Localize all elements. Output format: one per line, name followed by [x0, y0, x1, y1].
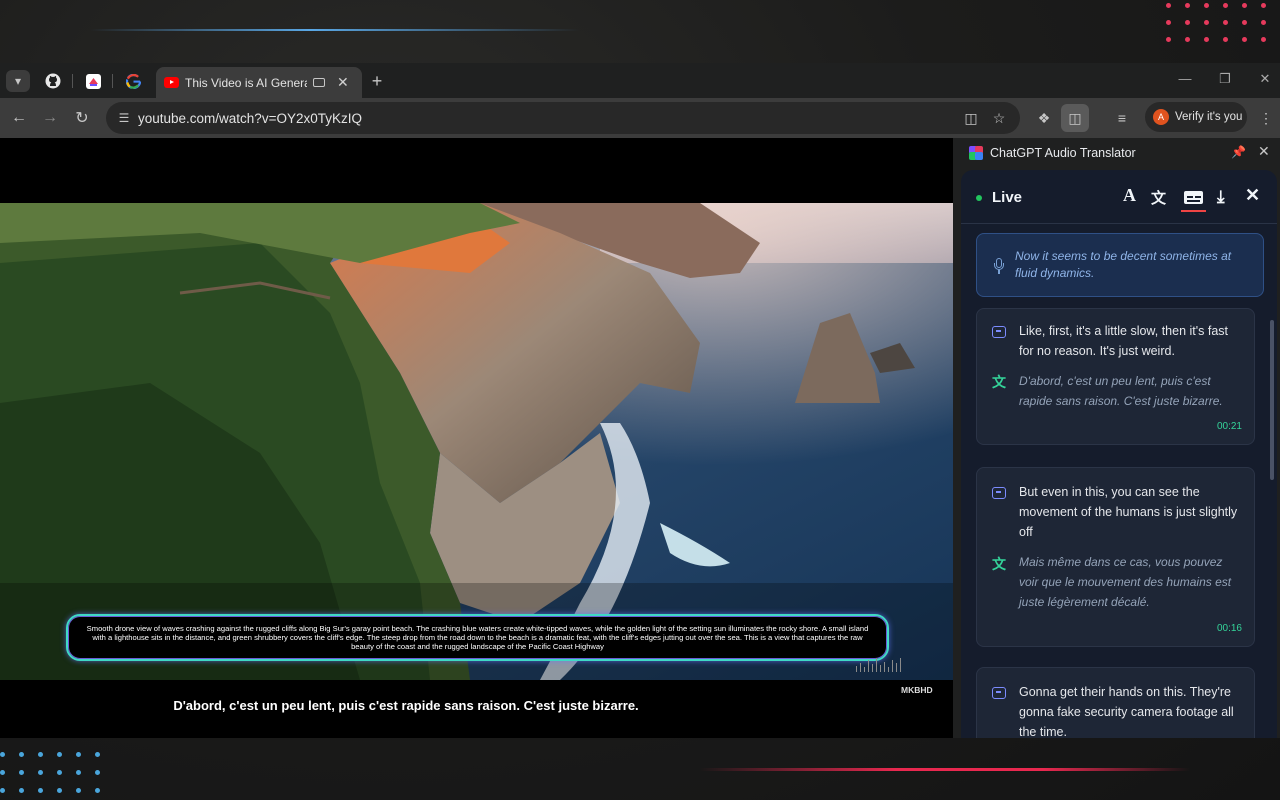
extensions-icon[interactable]: ❖ [1032, 106, 1056, 130]
tab-search-icon[interactable]: ▾ [6, 70, 30, 92]
download-icon[interactable]: ⤓ [1217, 187, 1225, 207]
extension-logo-icon [969, 146, 983, 160]
back-icon[interactable]: ← [7, 106, 31, 130]
card-original-text: Gonna get their hands on this. They're g… [1019, 685, 1234, 738]
menu-icon[interactable]: ⋮ [1254, 106, 1278, 130]
github-icon[interactable] [41, 70, 65, 92]
site-info-icon[interactable]: ☰ [114, 108, 134, 128]
url-text[interactable]: youtube.com/watch?v=OY2x0TyKzIQ [138, 111, 362, 126]
tab-title: This Video is AI Generated! [185, 75, 307, 90]
translated-subtitle: D'abord, c'est un peu lent, puis c'est r… [173, 698, 639, 713]
translate-icon[interactable]: 文 [1151, 187, 1166, 208]
star-icon[interactable]: ☆ [989, 108, 1009, 128]
install-icon[interactable]: ◫ [961, 108, 981, 128]
card-translation-text: D'abord, c'est un peu lent, puis c'est r… [1019, 374, 1223, 408]
reading-list-icon[interactable]: ≡ [1110, 106, 1134, 130]
transcript-card: Like, first, it's a little slow, then it… [976, 308, 1255, 445]
verify-label: Verify it's you [1175, 111, 1243, 123]
tab-active-youtube[interactable]: This Video is AI Generated! ✕ [156, 67, 362, 98]
panel-scrollbar[interactable] [1270, 320, 1274, 480]
card-timestamp: 00:21 [1216, 421, 1242, 432]
side-panel: ChatGPT Audio Translator 📌 ✕ Live A 文 ⤓ … [953, 138, 1280, 738]
decorative-line-bottom [700, 768, 1190, 771]
font-icon[interactable]: A [1123, 185, 1136, 206]
ai-description-caption: Smooth drone view of waves crashing agai… [66, 614, 889, 661]
card-original-text: But even in this, you can see the moveme… [1019, 485, 1238, 539]
decorative-dots-blue [0, 752, 114, 793]
close-icon[interactable]: ✕ [337, 74, 349, 91]
reload-icon[interactable]: ↻ [70, 106, 94, 130]
card-timestamp: 00:16 [1216, 623, 1242, 634]
live-transcript-box: Now it seems to be decent sometimes at f… [976, 233, 1264, 297]
close-icon[interactable]: ✕ [1245, 185, 1260, 206]
audio-wave-indicator [856, 658, 901, 672]
verify-profile-button[interactable]: A Verify it's you [1145, 102, 1247, 132]
translator-header: Live A 文 ⤓ ✕ [961, 170, 1277, 224]
minimize-icon[interactable]: — [1170, 71, 1200, 89]
message-icon [992, 687, 1006, 699]
close-icon[interactable]: ✕ [1258, 143, 1270, 160]
captions-active-underline [1181, 210, 1206, 212]
side-panel-title: ChatGPT Audio Translator [990, 146, 1136, 160]
video-frame [0, 203, 953, 680]
new-tab-icon[interactable]: + [365, 70, 389, 92]
google-icon[interactable] [121, 70, 145, 92]
decorative-dots-pink [1160, 0, 1280, 42]
tab-separator [112, 74, 113, 88]
tab-separator [72, 74, 73, 88]
browser-toolbar: ← → ↻ ☰ youtube.com/watch?v=OY2x0TyKzIQ … [0, 98, 1280, 138]
captions-icon[interactable] [1184, 191, 1203, 204]
live-label: Live [992, 189, 1023, 206]
media-icon[interactable] [313, 78, 325, 87]
mic-icon [994, 258, 1004, 274]
window-close-icon[interactable]: ✕ [1250, 71, 1280, 89]
address-bar[interactable]: ☰ youtube.com/watch?v=OY2x0TyKzIQ ◫ ☆ [106, 102, 1020, 134]
side-panel-header: ChatGPT Audio Translator 📌 ✕ [953, 138, 1280, 168]
channel-watermark: MKBHD [901, 685, 933, 695]
restore-icon[interactable]: ❐ [1210, 71, 1240, 89]
youtube-icon [164, 77, 179, 88]
live-indicator-dot [976, 195, 982, 201]
message-icon [992, 326, 1006, 338]
forward-icon[interactable]: → [38, 106, 62, 130]
translate-icon: 文 [992, 374, 1006, 390]
video-player[interactable]: Smooth drone view of waves crashing agai… [0, 138, 953, 738]
card-original-text: Like, first, it's a little slow, then it… [1019, 324, 1229, 358]
avatar: A [1153, 109, 1169, 125]
card-translation-text: Mais même dans ce cas, vous pouvez voir … [1019, 555, 1232, 609]
tab-strip: ▾ This Video is AI Generated! ✕ + — ❐ ✕ [0, 63, 1280, 98]
live-transcript-text: Now it seems to be decent sometimes at f… [1015, 249, 1232, 280]
transcript-card: Gonna get their hands on this. They're g… [976, 667, 1255, 738]
side-panel-icon[interactable]: ◫ [1061, 104, 1089, 132]
pin-icon[interactable]: 📌 [1231, 145, 1246, 159]
decorative-line-top [90, 29, 580, 31]
app-icon[interactable] [81, 70, 105, 92]
translate-icon: 文 [992, 556, 1006, 572]
message-icon [992, 487, 1006, 499]
transcript-card: But even in this, you can see the moveme… [976, 467, 1255, 647]
browser-window: ▾ This Video is AI Generated! ✕ + — ❐ ✕ … [0, 63, 1280, 738]
translator-panel: Live A 文 ⤓ ✕ Now it seems to be decent s… [961, 170, 1277, 738]
description-text: Smooth drone view of waves crashing agai… [86, 623, 869, 652]
